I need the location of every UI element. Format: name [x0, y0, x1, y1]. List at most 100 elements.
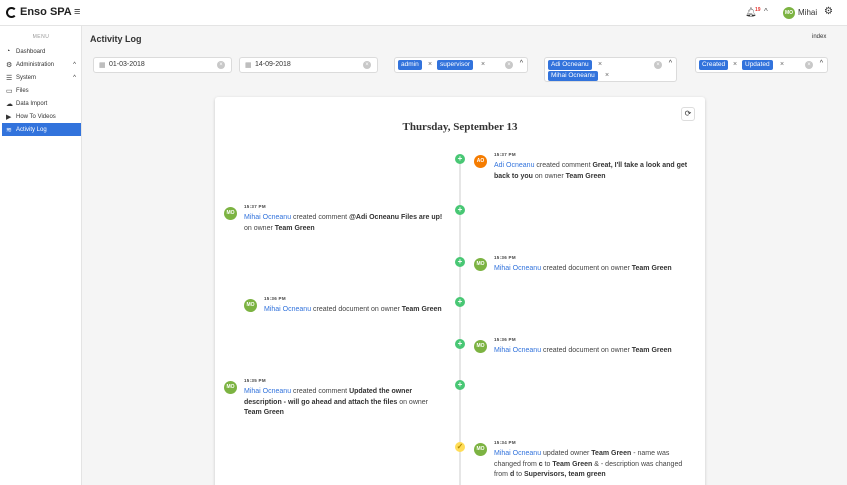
created-marker-icon: + [455, 257, 465, 267]
sidebar-item-label: Dashboard [16, 48, 46, 55]
clear-icon[interactable]: × [654, 61, 662, 69]
entry-suffix: on owner [244, 224, 275, 232]
page-title: Activity Log [90, 34, 142, 44]
user-link[interactable]: Mihai Ocneanu [244, 214, 291, 221]
clear-icon[interactable]: × [363, 61, 371, 69]
entry-body: Mihai Ocneanu created document on owner … [494, 346, 694, 357]
clear-icon[interactable]: × [805, 61, 813, 69]
list-icon: ☰ [6, 74, 13, 82]
app-name: Enso SPA [20, 6, 72, 18]
entry-body: Mihai Ocneanu created comment Updated th… [244, 387, 444, 419]
events-filter[interactable]: Created × Updated × × ^ [695, 57, 828, 73]
sidebar-item-administration[interactable]: ⚙ Administration ^ [2, 58, 81, 71]
entry-target: Team Green [274, 224, 315, 232]
entry-body: Adi Ocneanu created comment Great, I'll … [494, 161, 694, 182]
index-link[interactable]: index [812, 34, 826, 40]
tag-updated: Updated [742, 60, 773, 70]
entry-suffix: on owner [532, 172, 566, 180]
entry-body: Mihai Ocneanu created document on owner … [494, 264, 694, 275]
entry-time: 15:35 PM [244, 378, 266, 383]
cogs-icon: ⚙ [6, 61, 13, 69]
entry-new-value: Supervisors, team green [523, 471, 606, 478]
entry-time: 15:36 PM [494, 255, 516, 260]
sidebar-item-how-to-videos[interactable]: ▶ How To Videos [2, 110, 81, 123]
user-link[interactable]: Mihai Ocneanu [494, 450, 541, 457]
menu-label: MENU [32, 34, 50, 40]
timeline-day-heading: Thursday, September 13 [402, 121, 518, 133]
sidebar-item-label: Activity Log [16, 126, 47, 133]
entry-action: created document on owner [541, 265, 632, 272]
avatar: AO [474, 155, 487, 168]
timeline-card: ⟳ Thursday, September 13 + + + + + + ✓ A… [215, 97, 705, 485]
remove-tag-icon[interactable]: × [780, 60, 784, 70]
entry-time: 15:34 PM [494, 440, 516, 445]
entry-target: Team Green [631, 265, 672, 272]
entry-action: updated owner [541, 450, 592, 457]
users-filter[interactable]: Adi Ocneanu × Mihai Ocneanu × × ^ [544, 57, 677, 82]
entry-target: Team Green [565, 172, 606, 180]
hamburger-menu-icon[interactable]: ≡ [74, 7, 80, 18]
created-marker-icon: + [455, 380, 465, 390]
avatar: MO [474, 443, 487, 456]
refresh-icon[interactable]: ⟳ [681, 107, 695, 121]
avatar[interactable]: MO [783, 7, 795, 19]
user-link[interactable]: Mihai Ocneanu [494, 347, 541, 354]
remove-tag-icon[interactable]: × [733, 60, 737, 70]
activity-icon: ≋ [6, 126, 12, 134]
entry-body: Mihai Ocneanu updated owner Team Green -… [494, 449, 694, 481]
remove-tag-icon[interactable]: × [605, 71, 609, 81]
avatar: MO [474, 340, 487, 353]
entry-change-text: to [514, 471, 524, 478]
clear-icon[interactable]: × [505, 61, 513, 69]
date-from-value: 01-03-2018 [109, 61, 145, 68]
sidebar-item-data-import[interactable]: ☁ Data Import [2, 97, 81, 110]
brand[interactable]: Enso SPA [6, 6, 72, 18]
chevron-up-icon[interactable]: ^ [764, 7, 768, 16]
entry-target: Team Green [591, 450, 632, 457]
calendar-icon: ▦ [245, 62, 252, 69]
settings-cogs-icon[interactable]: ⚙ [824, 6, 833, 17]
chevron-up-icon: ^ [73, 74, 76, 81]
clear-icon[interactable]: × [217, 61, 225, 69]
avatar: MO [244, 299, 257, 312]
entry-change-text: to [542, 460, 553, 468]
tachometer-icon: ◔ [6, 48, 11, 55]
sidebar-item-system[interactable]: ☰ System ^ [2, 71, 81, 84]
user-link[interactable]: Adi Ocneanu [494, 162, 534, 169]
created-marker-icon: + [455, 205, 465, 215]
chevron-up-icon[interactable]: ^ [520, 60, 523, 67]
roles-filter[interactable]: admin × supervisor × × ^ [394, 57, 528, 73]
user-link[interactable]: Mihai Ocneanu [264, 306, 311, 313]
sidebar-item-label: Files [16, 87, 29, 94]
created-marker-icon: + [455, 154, 465, 164]
remove-tag-icon[interactable]: × [428, 60, 432, 70]
chevron-up-icon[interactable]: ^ [669, 60, 672, 67]
avatar: MO [224, 381, 237, 394]
calendar-icon: ▦ [99, 62, 106, 69]
entry-body: Mihai Ocneanu created document on owner … [264, 305, 464, 316]
chevron-up-icon[interactable]: ^ [820, 60, 823, 67]
sidebar-item-dashboard[interactable]: ◔ Dashboard [2, 45, 81, 58]
sidebar-item-files[interactable]: ▭ Files [2, 84, 81, 97]
cloud-upload-icon: ☁ [6, 100, 13, 108]
date-from-filter[interactable]: ▦ 01-03-2018 × [93, 57, 232, 73]
entry-action: created comment [534, 162, 593, 169]
user-link[interactable]: Mihai Ocneanu [494, 265, 541, 272]
entry-body: Mihai Ocneanu created comment @Adi Ocnea… [244, 213, 444, 234]
sidebar: MENU ◔ Dashboard ⚙ Administration ^ ☰ Sy… [0, 26, 82, 485]
date-to-filter[interactable]: ▦ 14-09-2018 × [239, 57, 378, 73]
updated-marker-icon: ✓ [455, 442, 465, 452]
entry-target: Team Green [631, 347, 672, 354]
top-navbar: Enso SPA ≡ 🔔︎ 19 ^ MO Mihai ⚙ [0, 0, 847, 26]
tag-admin: admin [398, 60, 422, 70]
entry-action: created comment [291, 388, 350, 395]
tag-mihai-ocneanu: Mihai Ocneanu [548, 71, 598, 81]
user-link[interactable]: Mihai Ocneanu [244, 388, 291, 395]
enso-logo-icon [6, 6, 17, 18]
sidebar-item-activity-log[interactable]: ≋ Activity Log [2, 123, 81, 136]
chevron-up-icon: ^ [73, 61, 76, 68]
remove-tag-icon[interactable]: × [598, 60, 602, 70]
user-name[interactable]: Mihai [798, 8, 817, 17]
tag-supervisor: supervisor [437, 60, 473, 70]
remove-tag-icon[interactable]: × [481, 60, 485, 70]
